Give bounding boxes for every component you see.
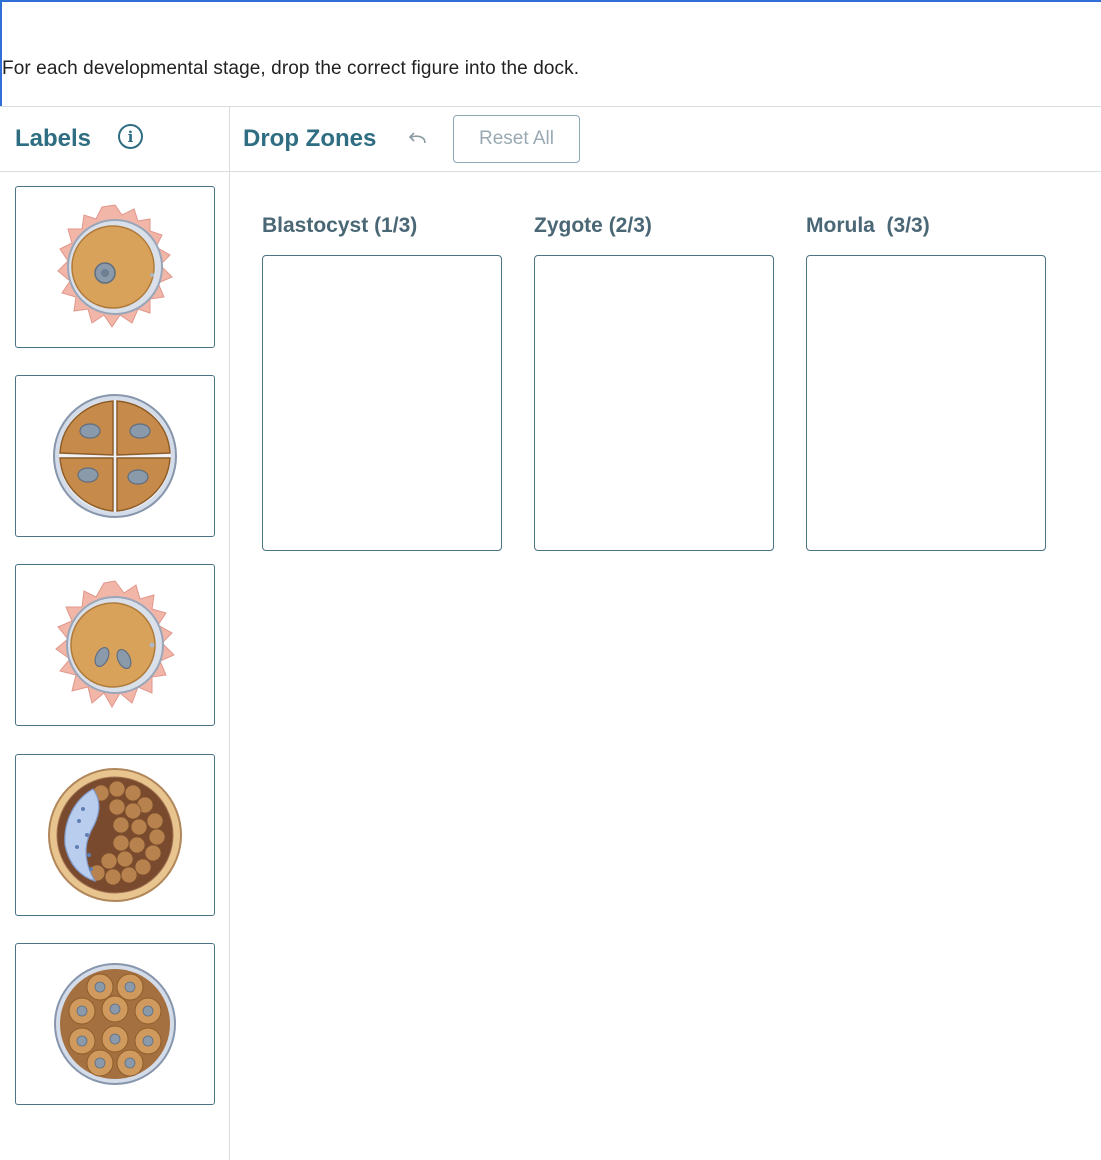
labels-title: Labels bbox=[15, 125, 92, 152]
zone-name: Blastocyst bbox=[262, 214, 369, 237]
info-icon[interactable]: i bbox=[118, 124, 143, 149]
drop-zone-zygote[interactable] bbox=[534, 255, 774, 551]
drop-zones-title: Drop Zones bbox=[243, 125, 377, 152]
zone-name: Morula bbox=[806, 214, 875, 237]
drop-zone-morula[interactable] bbox=[806, 255, 1046, 551]
zone-name: Zygote bbox=[534, 214, 603, 237]
zone-count: (2/3) bbox=[608, 214, 652, 237]
label-card-zygote[interactable] bbox=[15, 564, 215, 726]
label-card-oocyte[interactable] bbox=[15, 186, 215, 348]
undo-icon[interactable] bbox=[405, 129, 429, 149]
zone-title-blastocyst: Blastocyst (1/3) bbox=[262, 214, 417, 238]
label-card-morula[interactable] bbox=[15, 943, 215, 1105]
instructions-text: For each developmental stage, drop the c… bbox=[2, 58, 580, 79]
reset-all-button[interactable]: Reset All bbox=[453, 115, 580, 163]
oocyte-with-corona-icon bbox=[57, 204, 173, 328]
morula-icon bbox=[54, 963, 176, 1085]
zone-title-morula: Morula (3/3) bbox=[806, 214, 930, 238]
label-card-blastocyst[interactable] bbox=[15, 754, 215, 916]
panel-header-divider bbox=[0, 171, 1101, 172]
top-accent-border bbox=[0, 0, 1101, 2]
label-card-four-cell[interactable] bbox=[15, 375, 215, 537]
zone-count: (1/3) bbox=[374, 214, 418, 237]
four-cell-embryo-icon bbox=[53, 394, 177, 518]
blastocyst-icon bbox=[48, 768, 182, 902]
left-accent-border bbox=[0, 0, 2, 106]
zone-title-zygote: Zygote (2/3) bbox=[534, 214, 652, 238]
fertilized-zygote-icon bbox=[55, 580, 175, 709]
drop-zone-blastocyst[interactable] bbox=[262, 255, 502, 551]
zone-count: (3/3) bbox=[886, 214, 930, 237]
